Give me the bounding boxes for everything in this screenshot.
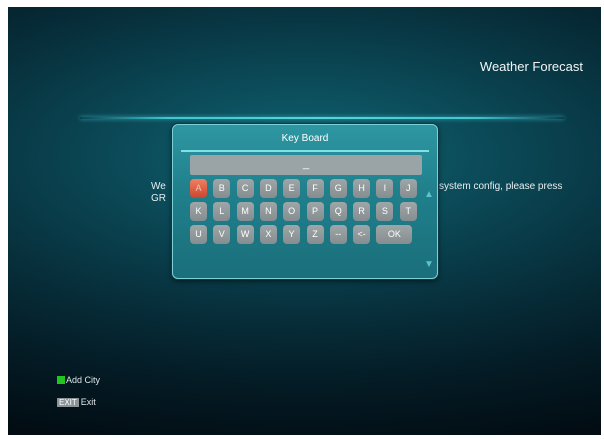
key-c[interactable]: C [236,179,254,198]
scroll-up-icon[interactable]: ▲ [424,189,434,200]
message-left: We GR [151,181,166,205]
legend-add-city-label: Add City [66,375,101,385]
key-n[interactable]: N [259,202,277,221]
key-o[interactable]: O [283,202,301,221]
legend-exit-label: Exit [80,397,96,407]
key-i[interactable]: I [376,179,394,198]
key-r[interactable]: R [353,202,371,221]
key-x[interactable]: X [259,225,277,244]
legend-add-city[interactable]: Add City [57,375,100,385]
key-g[interactable]: G [329,179,347,198]
tv-screen: Weather Forecast We GR system config, pl… [8,7,601,435]
keyboard-input-field[interactable]: _ [190,155,422,175]
key-a[interactable]: A [190,179,207,198]
key-s[interactable]: S [376,202,394,221]
exit-key-badge: EXIT [57,398,79,407]
key-y[interactable]: Y [283,225,301,244]
key-u[interactable]: U [190,225,207,244]
key-backdash[interactable]: <- [353,225,371,244]
keyboard-title: Key Board [281,133,329,144]
key-j[interactable]: J [399,179,417,198]
key-v[interactable]: V [213,225,231,244]
key-e[interactable]: E [283,179,301,198]
message-left-line2: GR [151,193,166,204]
key-dashdash[interactable]: -- [329,225,347,244]
key-b[interactable]: B [213,179,231,198]
key-l[interactable]: L [213,202,231,221]
key-q[interactable]: Q [329,202,347,221]
legend-exit[interactable]: EXIT Exit [57,397,96,407]
green-button-icon [57,376,65,384]
key-h[interactable]: H [353,179,371,198]
key-t[interactable]: T [399,202,417,221]
message-left-line1: We [151,181,166,192]
key-m[interactable]: M [236,202,254,221]
title-divider [80,117,564,119]
key-w[interactable]: W [236,225,254,244]
key-f[interactable]: F [306,179,324,198]
key-p[interactable]: P [306,202,324,221]
key-d[interactable]: D [259,179,277,198]
message-right: system config, please press [439,181,563,192]
keyboard-title-divider [181,150,429,152]
key-ok[interactable]: OK [376,225,413,244]
scroll-down-icon[interactable]: ▼ [424,259,434,270]
keyboard-dialog: Key Board _ A B C D E F G H I J K L M N O P Q R S T U V W X Y Z --… [172,124,438,279]
page-title: Weather Forecast [479,59,583,74]
key-z[interactable]: Z [306,225,324,244]
key-k[interactable]: K [190,202,207,221]
